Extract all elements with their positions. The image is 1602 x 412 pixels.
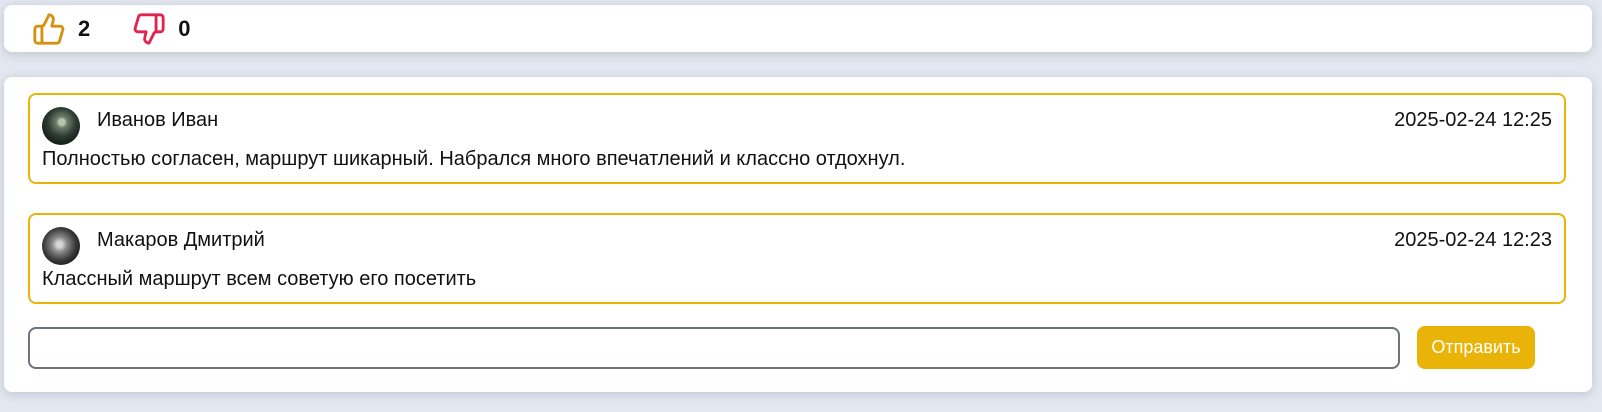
comment-item: Иванов Иван 2025-02-24 12:25 Полностью с… bbox=[28, 93, 1566, 184]
send-button[interactable]: Отправить bbox=[1417, 326, 1535, 369]
comment-item: Макаров Дмитрий 2025-02-24 12:23 Классны… bbox=[28, 213, 1566, 304]
avatar bbox=[42, 227, 80, 265]
thumbs-up-icon bbox=[33, 12, 65, 45]
comment-input[interactable] bbox=[28, 327, 1400, 369]
like-count: 2 bbox=[78, 15, 91, 41]
thumbs-down-icon bbox=[133, 12, 165, 45]
reactions-bar: 2 0 bbox=[4, 5, 1592, 52]
dislike-button[interactable]: 0 bbox=[132, 12, 191, 46]
comment-date: 2025-02-24 12:23 bbox=[1394, 229, 1552, 251]
comments-section: Иванов Иван 2025-02-24 12:25 Полностью с… bbox=[4, 77, 1592, 392]
comment-date: 2025-02-24 12:25 bbox=[1394, 109, 1552, 131]
dislike-count: 0 bbox=[178, 15, 191, 41]
comment-author: Макаров Дмитрий bbox=[97, 229, 265, 251]
like-button[interactable]: 2 bbox=[32, 12, 90, 46]
comment-author: Иванов Иван bbox=[97, 109, 219, 131]
comment-text: Полностью согласен, маршрут шикарный. На… bbox=[42, 148, 906, 170]
avatar bbox=[42, 107, 80, 145]
comment-text: Классный маршрут всем советую его посети… bbox=[42, 268, 477, 290]
